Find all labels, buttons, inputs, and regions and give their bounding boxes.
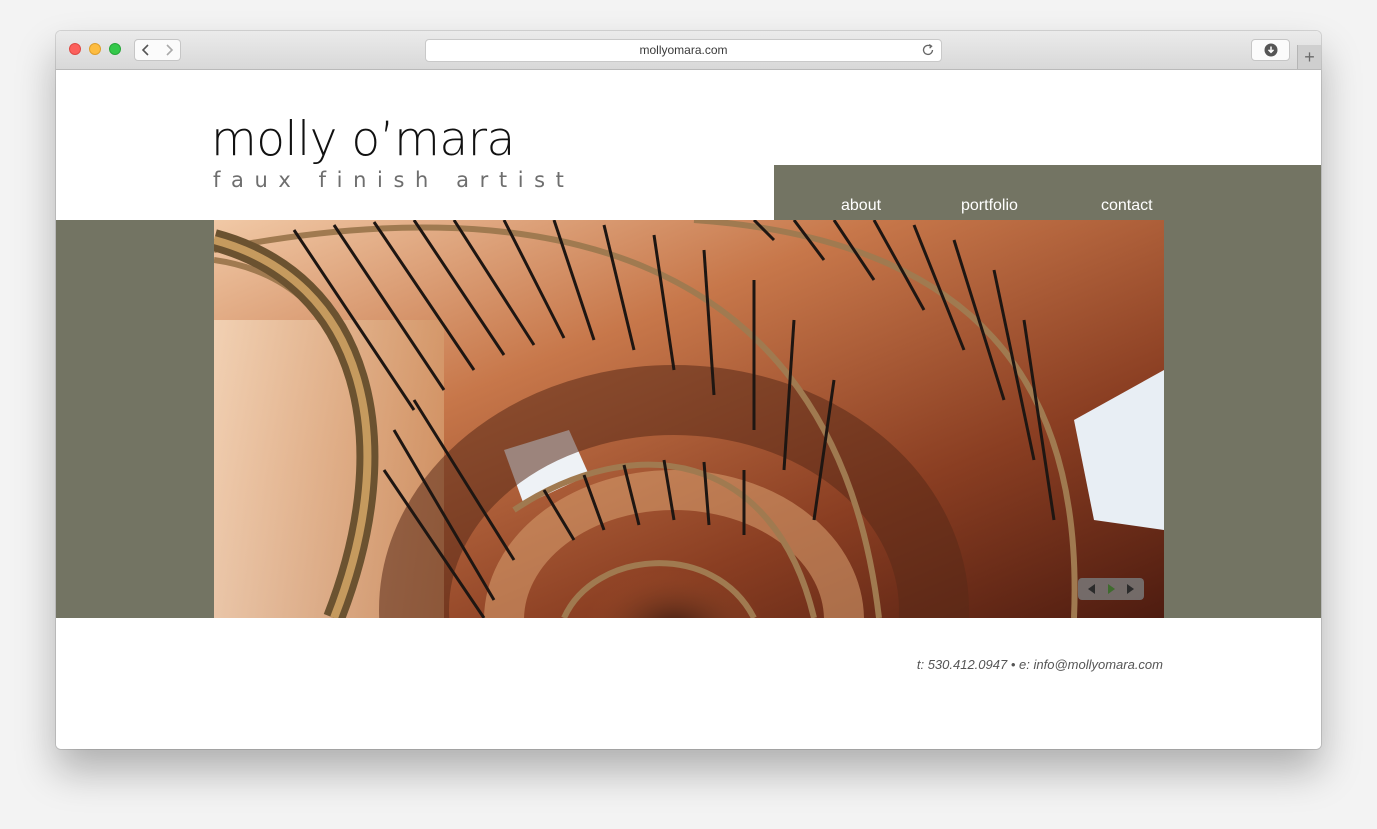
new-tab-button[interactable]: + [1297, 45, 1321, 69]
hero-slideshow [214, 220, 1164, 618]
play-icon [1107, 584, 1115, 594]
main-nav: about portfolio contact [774, 165, 1321, 221]
triangle-left-icon [1087, 584, 1095, 594]
browser-toolbar: mollyomara.com + [56, 31, 1321, 70]
reload-icon[interactable] [921, 43, 935, 57]
forward-button[interactable] [157, 39, 181, 61]
plus-icon: + [1304, 47, 1315, 67]
slideshow-controls [1078, 578, 1144, 600]
address-bar-url: mollyomara.com [639, 43, 728, 57]
spiral-staircase-photo [214, 220, 1164, 618]
footer-email-link[interactable]: e: info@mollyomara.com [1019, 657, 1163, 672]
site-logo-name[interactable]: molly o’mara [211, 112, 515, 168]
play-slideshow-button[interactable] [1104, 582, 1118, 596]
download-icon [1264, 43, 1277, 57]
downloads-button[interactable] [1251, 39, 1290, 61]
hero-band [56, 220, 1321, 618]
chevron-right-icon [165, 44, 173, 56]
close-window-button[interactable] [69, 43, 81, 55]
maximize-window-button[interactable] [109, 43, 121, 55]
back-button[interactable] [134, 39, 158, 61]
nav-link-portfolio[interactable]: portfolio [961, 196, 1018, 215]
footer-separator: • [1010, 657, 1016, 672]
browser-window: mollyomara.com + molly o’mara faux finis… [56, 31, 1321, 749]
chevron-left-icon [141, 44, 149, 56]
address-bar[interactable]: mollyomara.com [425, 39, 942, 62]
web-page: molly o’mara faux finish artist about po… [56, 70, 1321, 749]
previous-slide-button[interactable] [1085, 582, 1099, 596]
next-slide-button[interactable] [1123, 582, 1137, 596]
triangle-right-icon [1127, 584, 1135, 594]
site-logo-tagline: faux finish artist [213, 168, 575, 192]
footer-phone: t: 530.412.0947 [916, 657, 1008, 672]
nav-link-about[interactable]: about [841, 196, 881, 215]
nav-link-contact[interactable]: contact [1101, 196, 1153, 215]
footer-contact: t: 530.412.0947 • e: info@mollyomara.com [917, 657, 1163, 672]
minimize-window-button[interactable] [89, 43, 101, 55]
